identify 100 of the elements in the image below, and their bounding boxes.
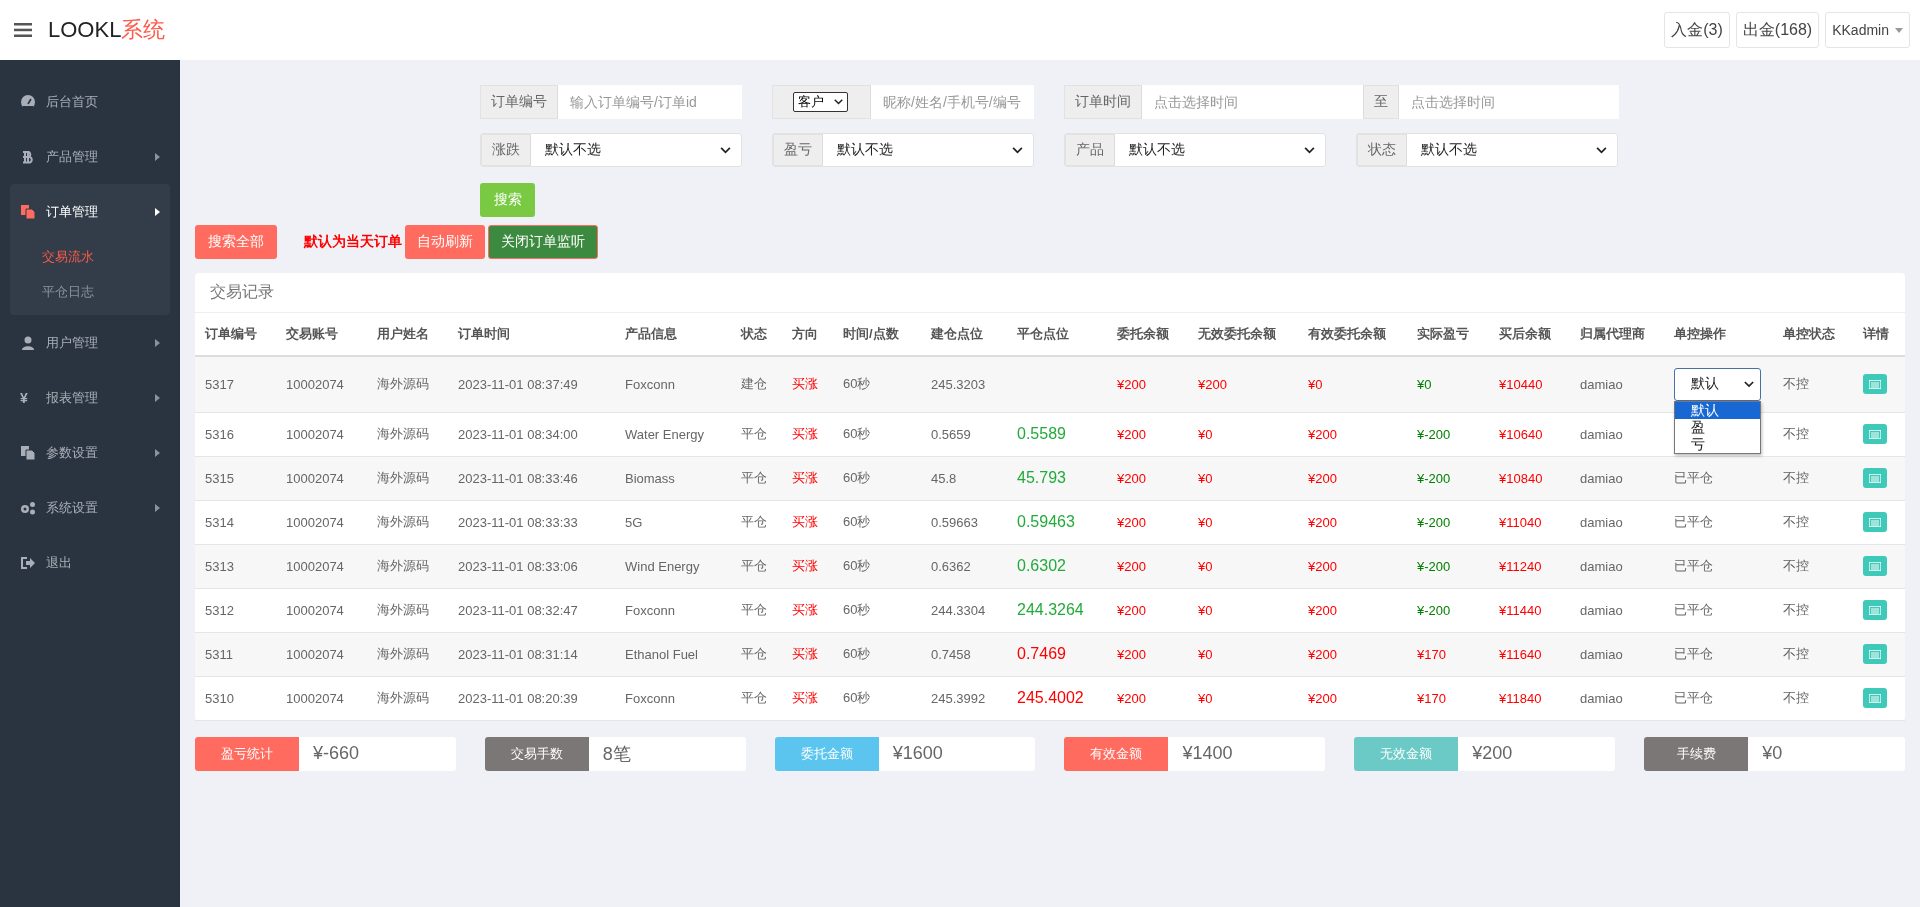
table-cell: 海外源码 (367, 676, 448, 720)
table-cell: 0.6362 (921, 544, 1007, 588)
field-label: 订单编号 (480, 85, 558, 119)
details-button[interactable] (1863, 600, 1887, 620)
table-cell: 2023-11-01 08:20:39 (448, 676, 615, 720)
table-cell: ¥0 (1188, 500, 1298, 544)
dropdown-option[interactable]: 盈 (1675, 419, 1760, 436)
table-cell: ¥200 (1107, 412, 1188, 456)
sidebar-item[interactable]: 系统设置 (0, 480, 180, 535)
table-cell: 244.3304 (921, 588, 1007, 632)
hint-text: 默认为当天订单 (304, 233, 402, 251)
table-cell: 海外源码 (367, 456, 448, 500)
table-cell: 245.3203 (921, 356, 1007, 412)
table-cell: 5312 (195, 588, 276, 632)
table-cell: 5316 (195, 412, 276, 456)
user-menu-button[interactable]: KKadmin (1825, 12, 1910, 48)
select-field[interactable]: 状态 默认不选 (1356, 133, 1618, 167)
table-cell: 0.59463 (1007, 500, 1107, 544)
sidebar-item[interactable]: 退出 (0, 535, 180, 590)
input-field[interactable]: 点击选择时间 (1398, 85, 1619, 119)
table-cell: 不控 (1773, 632, 1853, 676)
table-cell: ¥-200 (1407, 588, 1489, 632)
table-cell: 海外源码 (367, 356, 448, 412)
table-cell: 已平仓 (1664, 500, 1773, 544)
sidebar-item[interactable]: ¥ 报表管理 (0, 370, 180, 425)
list-icon (1869, 693, 1881, 703)
table-cell: 买涨 (782, 456, 833, 500)
stat-value: ¥1400 (1181, 742, 1234, 765)
sidebar-item[interactable]: 参数设置 (0, 425, 180, 480)
dropdown-option[interactable]: 亏 (1675, 436, 1760, 453)
user-icon (20, 335, 36, 350)
input-field[interactable]: 昵称/姓名/手机号/编号 (871, 85, 1034, 119)
table-cell: 买涨 (782, 356, 833, 412)
caret-icon (155, 503, 160, 512)
table-cell: 买涨 (782, 676, 833, 720)
table-cell: ¥200 (1107, 588, 1188, 632)
input-field[interactable]: 点击选择时间 (1142, 85, 1363, 119)
table-cell: 买涨 (782, 412, 833, 456)
table-cell: 不控 (1773, 412, 1853, 456)
details-button[interactable] (1863, 688, 1887, 708)
details-button[interactable] (1863, 468, 1887, 488)
details-button[interactable] (1863, 512, 1887, 532)
header-button[interactable]: 出金(168) (1735, 12, 1820, 48)
table-cell: ¥0 (1298, 356, 1407, 412)
table-cell: 245.3992 (921, 676, 1007, 720)
table-cell: Ethanol Fuel (615, 632, 731, 676)
details-button[interactable] (1863, 374, 1887, 395)
table-cell: ¥200 (1298, 588, 1407, 632)
copy-icon (20, 445, 36, 460)
sidebar-item[interactable]: 后台首页 (0, 74, 180, 129)
table-cell: 不控 (1773, 588, 1853, 632)
logo: LOOKL系统 (48, 16, 166, 44)
table-cell: ¥11840 (1489, 676, 1570, 720)
table-cell: 5317 (195, 356, 276, 412)
menu-icon (14, 23, 32, 37)
card-title: 交易记录 (195, 273, 1905, 313)
table-cell: 平仓 (731, 544, 782, 588)
stat-label: 交易手数 (484, 736, 589, 771)
table-cell: 不控 (1773, 500, 1853, 544)
copy-icon (20, 204, 36, 219)
table-cell: ¥0 (1188, 676, 1298, 720)
details-button[interactable] (1863, 556, 1887, 576)
chevron-icon (1744, 380, 1754, 388)
list-icon (1869, 379, 1881, 389)
close-monitor-button[interactable]: 关闭订单监听 (488, 225, 598, 259)
table-cell: 45.793 (1007, 456, 1107, 500)
submenu-item[interactable]: 平仓日志 (10, 274, 170, 309)
table-cell: 已平仓 (1664, 544, 1773, 588)
select-field[interactable]: 盈亏 默认不选 (772, 133, 1034, 167)
stat-label: 无效金额 (1354, 736, 1459, 771)
table-cell: ¥-200 (1407, 500, 1489, 544)
sidebar-item[interactable]: 订单管理 (10, 184, 170, 239)
dropdown-option[interactable]: 默认 (1675, 402, 1760, 419)
list-icon (1869, 561, 1881, 571)
select-field[interactable]: 产品 默认不选 (1064, 133, 1326, 167)
details-button[interactable] (1863, 644, 1887, 664)
table-cell: ¥200 (1298, 456, 1407, 500)
submenu-item[interactable]: 交易流水 (10, 239, 170, 274)
table-cell: 海外源码 (367, 588, 448, 632)
table-cell: ¥170 (1407, 632, 1489, 676)
select-field[interactable]: 涨跌 默认不选 (480, 133, 742, 167)
stat-value: ¥200 (1471, 742, 1514, 765)
customer-select[interactable]: 客户 (793, 92, 848, 112)
table-cell: ¥0 (1188, 544, 1298, 588)
table-cell: damiao (1570, 588, 1664, 632)
header-button[interactable]: 入金(3) (1664, 12, 1730, 48)
table-cell: ¥200 (1107, 356, 1188, 412)
table-cell: 45.8 (921, 456, 1007, 500)
table-cell: ¥11440 (1489, 588, 1570, 632)
table-cell: 平仓 (731, 676, 782, 720)
details-button[interactable] (1863, 424, 1887, 444)
table-cell: 10002074 (276, 356, 367, 412)
table-cell: 平仓 (731, 500, 782, 544)
table-cell: ¥0 (1188, 412, 1298, 456)
sidebar-item[interactable]: 用户管理 (0, 315, 180, 370)
table-cell: 已平仓 (1664, 676, 1773, 720)
sidebar-item[interactable]: 产品管理 (0, 129, 180, 184)
control-select[interactable]: 默认 (1674, 367, 1761, 401)
yen-icon: ¥ (20, 389, 36, 406)
input-field[interactable]: 输入订单编号/订单id (558, 85, 742, 119)
